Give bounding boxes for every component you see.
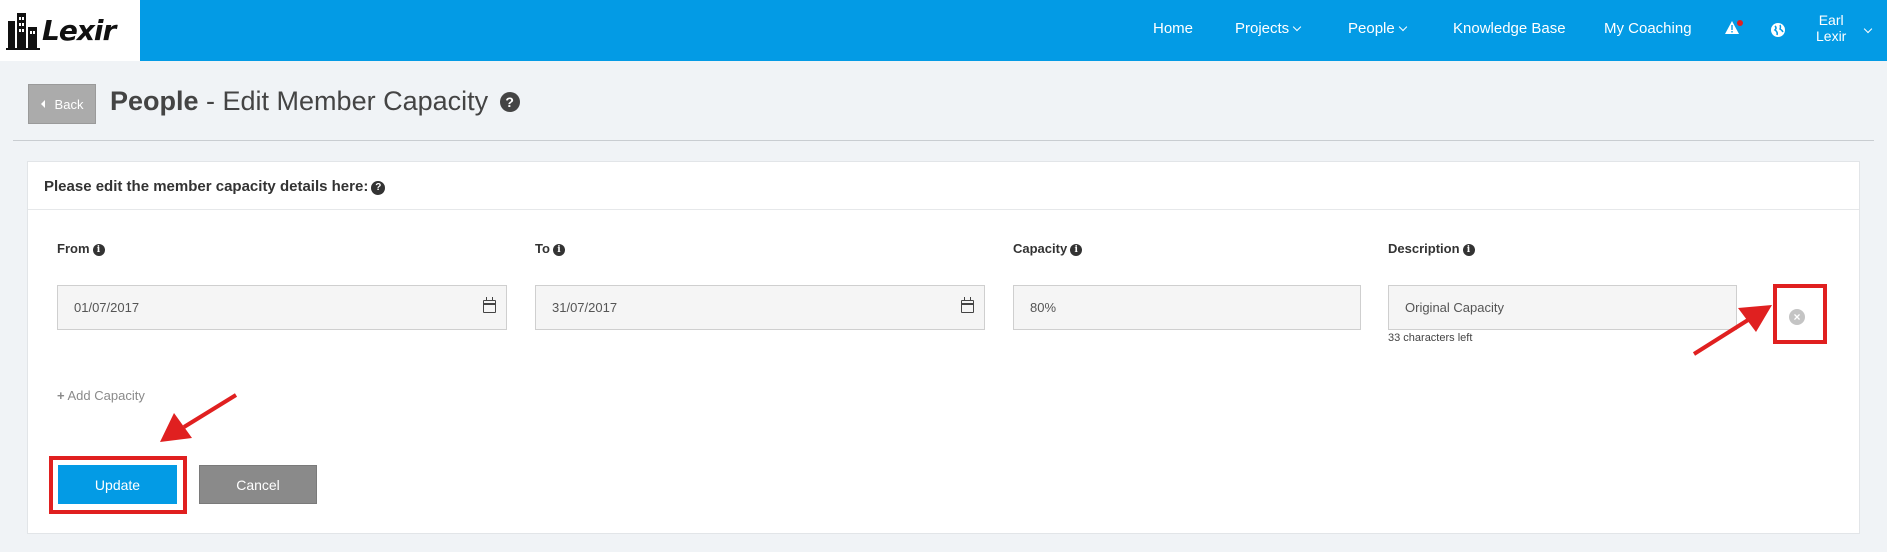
from-date-field[interactable]: 01/07/2017 bbox=[57, 285, 507, 330]
info-icon[interactable]: i bbox=[552, 244, 565, 256]
info-icon[interactable]: i bbox=[1070, 244, 1083, 256]
user-chevron-down-icon[interactable] bbox=[1863, 24, 1873, 34]
help-icon[interactable]: ? bbox=[499, 92, 520, 112]
capacity-label: Capacity i bbox=[1013, 241, 1083, 256]
alert-icon[interactable] bbox=[1724, 20, 1744, 38]
capacity-panel: Please edit the member capacity details … bbox=[27, 161, 1860, 534]
page-title-rest: - Edit Member Capacity bbox=[198, 86, 489, 116]
info-icon[interactable]: i bbox=[1462, 244, 1475, 256]
chevron-down-icon bbox=[1398, 22, 1407, 32]
caret-left-icon bbox=[40, 100, 45, 108]
add-capacity-label: Add Capacity bbox=[67, 388, 145, 403]
buildings-icon bbox=[6, 12, 40, 50]
calendar-icon[interactable] bbox=[482, 297, 496, 313]
page-title-bold: People bbox=[110, 86, 199, 116]
back-button-label: Back bbox=[54, 96, 84, 112]
user-menu[interactable]: Earl Lexir bbox=[1816, 12, 1846, 44]
nav-my-coaching[interactable]: My Coaching bbox=[1604, 20, 1692, 37]
help-icon[interactable]: ? bbox=[371, 180, 386, 195]
description-label-text: Description bbox=[1388, 241, 1460, 256]
user-last-name: Lexir bbox=[1816, 28, 1847, 44]
capacity-value: 80% bbox=[1030, 300, 1057, 315]
nav-projects[interactable]: Projects bbox=[1235, 20, 1302, 37]
page-title: People - Edit Member Capacity ? bbox=[110, 86, 520, 117]
description-field[interactable]: Original Capacity bbox=[1388, 285, 1737, 330]
to-label-text: To bbox=[535, 241, 550, 256]
annotation-box-update bbox=[49, 456, 187, 514]
from-label: From i bbox=[57, 241, 105, 256]
info-icon[interactable]: i bbox=[92, 244, 105, 256]
panel-title: Please edit the member capacity details … bbox=[44, 178, 386, 195]
capacity-label-text: Capacity bbox=[1013, 241, 1068, 256]
logo[interactable]: Lexir bbox=[0, 0, 140, 61]
panel-title-text: Please edit the member capacity details … bbox=[44, 178, 369, 195]
nav-home[interactable]: Home bbox=[1153, 20, 1193, 37]
capacity-field[interactable]: 80% bbox=[1013, 285, 1361, 330]
calendar-icon[interactable] bbox=[960, 297, 974, 313]
nav-projects-label: Projects bbox=[1235, 20, 1290, 37]
plus-icon: + bbox=[57, 388, 65, 403]
nav-knowledge-base[interactable]: Knowledge Base bbox=[1453, 20, 1566, 37]
to-date-field[interactable]: 31/07/2017 bbox=[535, 285, 985, 330]
from-date-value: 01/07/2017 bbox=[74, 300, 140, 315]
annotation-box-remove bbox=[1773, 284, 1827, 344]
nav-people[interactable]: People bbox=[1348, 20, 1407, 37]
brand-name: Lexir bbox=[42, 14, 116, 47]
add-capacity-link[interactable]: + Add Capacity bbox=[57, 388, 145, 403]
header-divider bbox=[13, 140, 1874, 141]
description-label: Description i bbox=[1388, 241, 1475, 256]
to-label: To i bbox=[535, 241, 565, 256]
back-button[interactable]: Back bbox=[28, 84, 96, 124]
description-value: Original Capacity bbox=[1405, 300, 1504, 315]
chars-left-hint: 33 characters left bbox=[1388, 332, 1473, 344]
globe-icon[interactable] bbox=[1770, 22, 1786, 38]
nav-people-label: People bbox=[1348, 20, 1395, 37]
top-navbar: Lexir Home Projects People Knowledge Bas… bbox=[0, 0, 1887, 61]
chevron-down-icon bbox=[1292, 22, 1302, 32]
to-date-value: 31/07/2017 bbox=[552, 300, 618, 315]
user-first-name: Earl bbox=[1818, 12, 1844, 28]
from-label-text: From bbox=[57, 241, 90, 256]
cancel-button[interactable]: Cancel bbox=[199, 465, 317, 504]
panel-header: Please edit the member capacity details … bbox=[28, 162, 1859, 210]
